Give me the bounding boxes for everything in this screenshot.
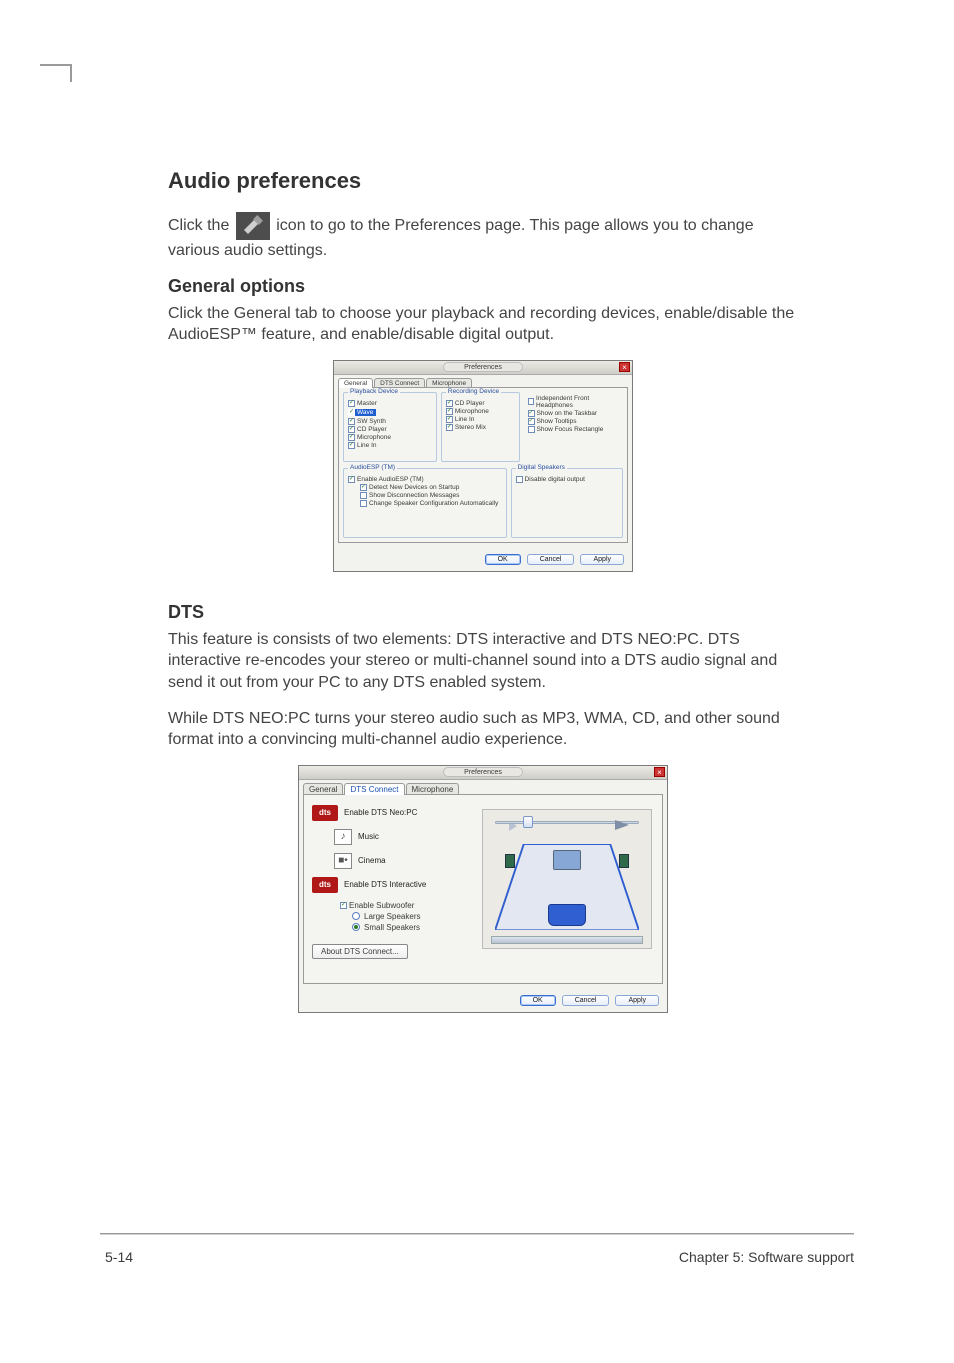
music-icon: ♪ [334,829,352,845]
paragraph-dts-1: This feature is consists of two elements… [168,629,798,694]
checkbox-disable-digital-output[interactable]: Disable digital output [516,476,618,483]
wedge-right-icon [615,820,629,830]
scroll-indicator [491,936,643,944]
window-title: Preferences [443,362,523,372]
checkbox-display-option[interactable]: Show Tooltips [528,418,620,425]
checkbox-playback-item[interactable]: Line In [348,442,432,449]
tab-general[interactable]: General [338,378,373,388]
tabpanel-general: Playback Device MasterWaveSW SynthCD Pla… [338,387,628,543]
checkbox-show-disconnection[interactable]: Show Disconnection Messages [360,492,502,499]
seat-icon [548,904,586,926]
heading-dts: DTS [168,602,798,623]
label-enable-neo-pc: Enable DTS Neo:PC [344,808,417,817]
tabs: General DTS Connect Microphone [299,780,667,795]
group-digital-speakers: Digital Speakers Disable digital output [511,468,623,538]
heading-audio-preferences: Audio preferences [168,168,798,194]
checkbox-playback-item[interactable]: SW Synth [348,418,432,425]
checkbox-recording-item[interactable]: CD Player [446,400,515,407]
page-footer: 5-14 Chapter 5: Software support [105,1249,854,1265]
slider-thumb[interactable] [523,816,533,828]
speaker-room-visual [482,809,652,949]
dts-neopc-icon: dts [312,805,338,821]
titlebar: Preferences × [299,766,667,780]
preferences-dialog-2: Preferences × General DTS Connect Microp… [298,765,668,1013]
ok-button[interactable]: OK [485,554,521,565]
figure-preferences-general: Preferences × General DTS Connect Microp… [168,360,798,572]
row-cinema[interactable]: ■• Cinema [334,853,472,869]
close-icon[interactable]: × [654,767,665,777]
titlebar: Preferences × [334,361,632,375]
group-audioesp: AudioESP (TM) Enable AudioESP (TM) Detec… [343,468,507,538]
hammer-icon [236,212,270,240]
speaker-right-icon [619,854,629,868]
row-music[interactable]: ♪ Music [334,829,472,845]
row-enable-neo-pc[interactable]: dts Enable DTS Neo:PC [312,805,472,821]
apply-button[interactable]: Apply [580,554,624,565]
legend-recording: Recording Device [446,388,501,395]
dts-interactive-icon: dts [312,877,338,893]
checkbox-display-option[interactable]: Show Focus Rectangle [528,426,620,433]
paragraph-click-icon: Click the icon to go to the Preferences … [168,212,798,262]
legend-digital: Digital Speakers [516,464,567,471]
checkbox-playback-item[interactable]: Master [348,400,432,407]
close-icon[interactable]: × [619,362,630,372]
radio-large-speakers[interactable]: Large Speakers [352,912,472,921]
figure-preferences-dts: Preferences × General DTS Connect Microp… [168,765,798,1013]
footer-rule [100,1233,854,1235]
ok-button[interactable]: OK [520,995,556,1006]
tabpanel-dts: dts Enable DTS Neo:PC ♪ Music ■• Cinema [303,794,663,984]
label-enable-interactive: Enable DTS Interactive [344,880,426,889]
cancel-button[interactable]: Cancel [527,554,575,565]
checkbox-display-option[interactable]: Independent Front Headphones [528,395,620,409]
balance-slider[interactable] [495,816,639,828]
label-cinema: Cinema [358,856,386,865]
window-title: Preferences [443,767,523,777]
paragraph-general: Click the General tab to choose your pla… [168,303,798,346]
dialog-buttons: OK Cancel Apply [334,548,632,571]
text-click-the: Click the [168,217,234,234]
checkbox-playback-item[interactable]: CD Player [348,426,432,433]
label-music: Music [358,832,379,841]
speaker-left-icon [505,854,515,868]
row-enable-interactive[interactable]: dts Enable DTS Interactive [312,877,472,893]
cancel-button[interactable]: Cancel [562,995,610,1006]
checkbox-detect-new-devices[interactable]: Detect New Devices on Startup [360,484,502,491]
page-number: 5-14 [105,1249,133,1265]
checkbox-playback-item[interactable]: Microphone [348,434,432,441]
radio-small-speakers[interactable]: Small Speakers [352,923,472,932]
group-recording-device: Recording Device CD PlayerMicrophoneLine… [441,392,520,462]
tab-dts-connect[interactable]: DTS Connect [344,783,404,795]
dialog-buttons: OK Cancel Apply [299,989,667,1012]
about-dts-connect-button[interactable]: About DTS Connect... [312,944,408,959]
checkbox-recording-item[interactable]: Microphone [446,408,515,415]
crop-marks [0,72,954,74]
checkbox-recording-item[interactable]: Stereo Mix [446,424,515,431]
heading-general-options: General options [168,276,798,297]
group-display-options: Independent Front HeadphonesShow on the … [524,392,624,462]
checkbox-display-option[interactable]: Show on the Taskbar [528,410,620,417]
checkbox-change-speaker-config[interactable]: Change Speaker Configuration Automatical… [360,500,502,507]
checkbox-recording-item[interactable]: Line In [446,416,515,423]
paragraph-dts-2: While DTS NEO:PC turns your stereo audio… [168,708,798,751]
group-playback-device: Playback Device MasterWaveSW SynthCD Pla… [343,392,437,462]
legend-audioesp: AudioESP (TM) [348,464,397,471]
checkbox-enable-subwoofer[interactable]: Enable Subwoofer [340,901,472,910]
checkbox-enable-audioesp[interactable]: Enable AudioESP (TM) [348,476,502,483]
chapter-label: Chapter 5: Software support [679,1249,854,1265]
legend-playback: Playback Device [348,388,400,395]
monitor-icon [553,850,581,870]
cinema-icon: ■• [334,853,352,869]
checkbox-playback-item[interactable]: Wave [348,409,376,416]
preferences-dialog-1: Preferences × General DTS Connect Microp… [333,360,633,572]
page-content: Audio preferences Click the icon to go t… [168,168,798,1043]
apply-button[interactable]: Apply [615,995,659,1006]
